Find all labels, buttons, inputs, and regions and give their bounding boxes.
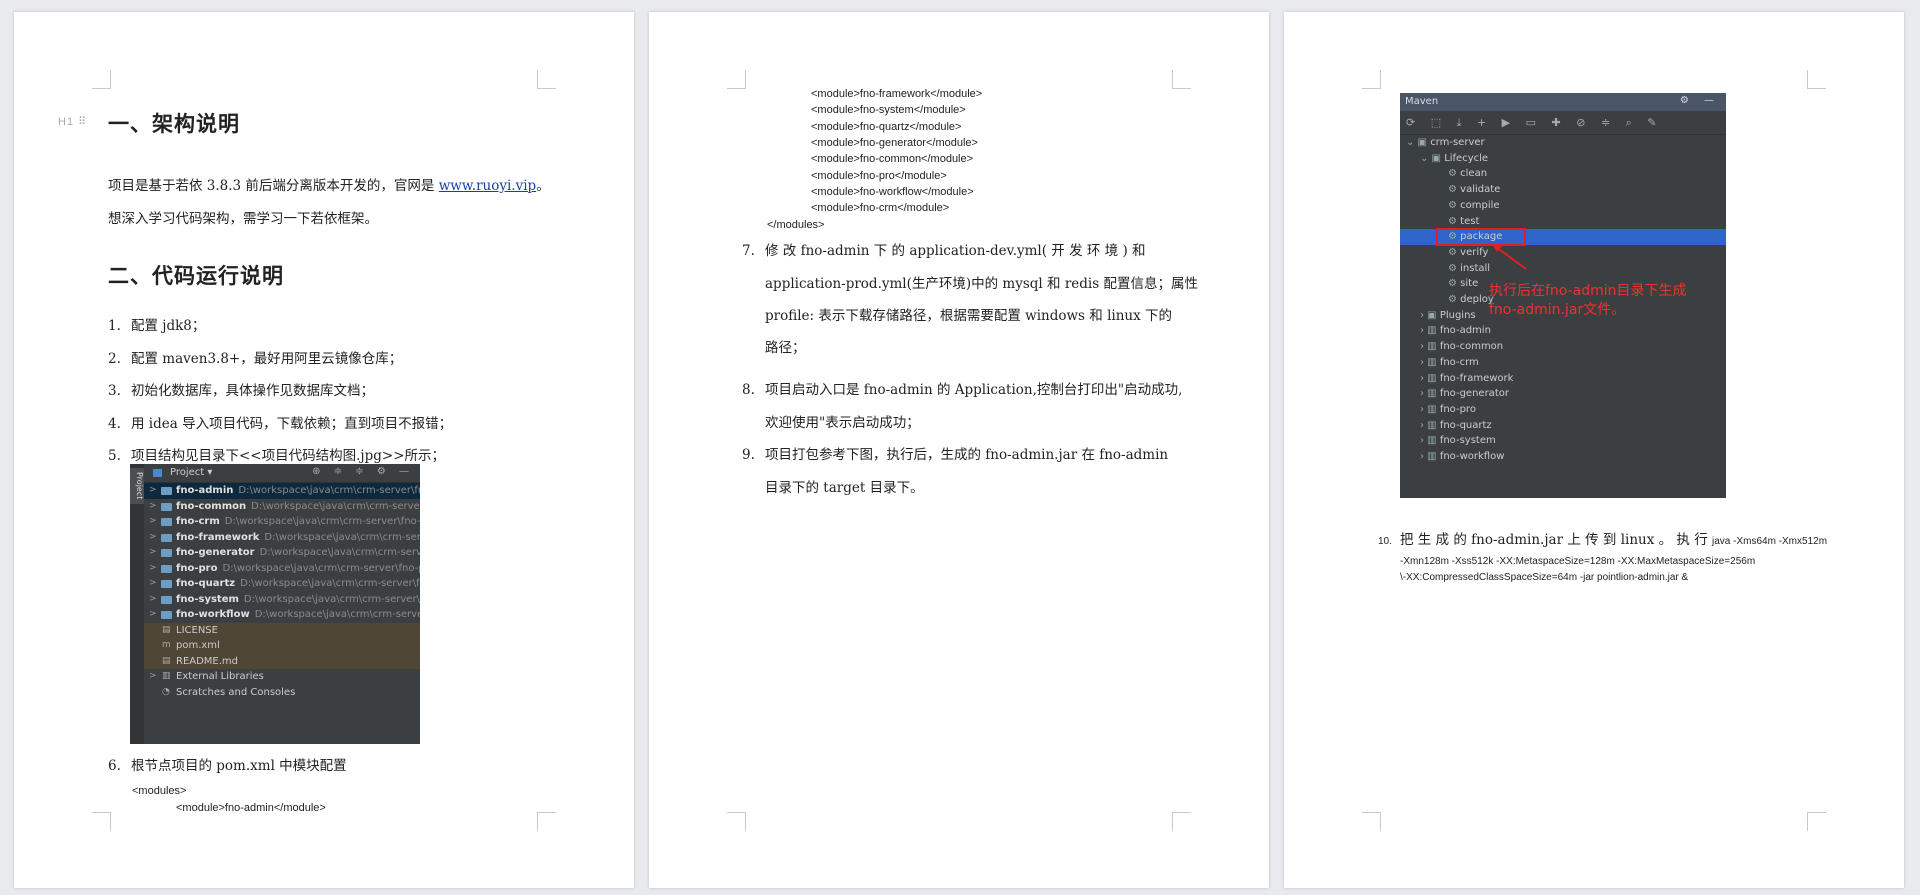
project-icon <box>153 469 162 477</box>
code-line: <module>fno-admin</module> <box>176 802 326 814</box>
margin-corner <box>727 812 746 831</box>
markdown-file-icon: ▤ <box>162 655 171 666</box>
heading-run-instructions: 二、代码运行说明 <box>108 263 284 288</box>
margin-corner <box>1807 70 1826 89</box>
margin-corner <box>92 812 111 831</box>
list-item-continuation: \-XX:CompressedClassSpaceSize=64m -jar p… <box>1400 572 1689 583</box>
heading-drag-handle-icon[interactable]: H1 ⠿ <box>58 115 87 128</box>
tree-row: > ▥ External Libraries <box>144 669 420 685</box>
list-item-continuation: 欢迎使用"表示启动成功； <box>765 415 920 431</box>
ide-side-strip: Project <box>130 464 144 744</box>
tree-row: > fno-admin D:\workspace\java\crm\crm-serv… <box>144 483 420 499</box>
project-side-tab: Project <box>130 468 144 504</box>
folder-icon <box>161 502 172 511</box>
tree-file-row: ▤ LICENSE <box>144 622 420 638</box>
file-icon: ▤ <box>162 624 171 635</box>
folder-icon <box>161 487 172 495</box>
intro-line-2: 想深入学习代码架构，需学习一下若依框架。 <box>108 211 378 227</box>
tree-row: > fno-pro D:\workspace\java\crm\crm-server… <box>149 562 420 574</box>
code-line: <module>fno-system</module> <box>811 104 966 117</box>
folder-icon <box>161 564 172 573</box>
code-line: <module>fno-framework</module> <box>811 88 983 100</box>
folder-icon <box>161 518 172 526</box>
list-item: 8. 项目启动入口是 fno-admin 的 Application,控制台打印出… <box>742 382 1183 398</box>
margin-corner <box>537 70 556 89</box>
margin-corner <box>92 70 111 89</box>
tree-row: > fno-quartz D:\workspace\java\crm\crm-ser… <box>149 578 420 589</box>
heading-architecture: 一、架构说明 <box>108 111 240 136</box>
scratches-icon: ◔ <box>162 686 170 697</box>
folder-icon <box>161 580 172 588</box>
intro-paragraph: 项目是基于若依 3.8.3 前后端分离版本开发的，官网是 www.ruoyi.v… <box>108 176 550 196</box>
list-item-continuation: application-prod.yml(生产环境)中的 mysql 和 red… <box>765 276 1198 292</box>
tree-row: > fno-generator D:\workspace\java\crm\crm-… <box>149 547 420 558</box>
code-line: <module>fno-crm</module> <box>811 202 950 215</box>
code-line: <module>fno-generator</module> <box>811 136 978 149</box>
intro-text: 项目是基于若依 3.8.3 前后端分离版本开发的，官网是 <box>108 178 439 194</box>
code-line: </modules> <box>767 219 825 231</box>
list-item: 5. 项目结构见目录下<<项目代码结构图.jpg>>所示； <box>108 448 446 464</box>
margin-corner <box>1362 70 1381 89</box>
margin-corner <box>537 812 556 831</box>
list-item: 9. 项目打包参考下图，执行后，生成的 fno-admin.jar 在 fno-a… <box>742 447 1169 463</box>
code-line: <module>fno-quartz</module> <box>811 120 962 133</box>
list-item: 10. 把 生 成 的 fno-admin.jar 上 传 到 linux 。 执… <box>1378 532 1828 548</box>
code-line: <module>fno-pro</module> <box>811 169 947 182</box>
list-item-continuation: 目录下的 target 目录下。 <box>765 480 924 496</box>
margin-corner <box>1172 812 1191 831</box>
margin-corner <box>727 70 746 89</box>
margin-corner <box>1362 812 1381 831</box>
ruoyi-link[interactable]: www.ruoyi.vip <box>439 178 536 194</box>
code-line: <module>fno-common</module> <box>811 153 974 166</box>
document-page-2: <module>fno-framework</module> <module>f… <box>649 12 1269 888</box>
tree-row: > fno-system D:\workspace\java\crm\crm-ser… <box>149 593 420 605</box>
folder-icon <box>161 611 172 619</box>
tree-row: > fno-common D:\workspace\java\crm\crm-ser… <box>149 500 420 512</box>
ide-panel-header: Project ▾ ⊕ ≑ ≑ ⚙ — <box>144 464 420 483</box>
code-line: <module>fno-workflow</module> <box>811 185 974 198</box>
ide-toolbar-icons: ⊕ ≑ ≑ ⚙ — <box>312 466 414 477</box>
tree-file-row: ▤ README.md <box>144 653 420 669</box>
annotation-text: fno-admin.jar文件。 <box>1489 302 1626 318</box>
annotation-text: 执行后在fno-admin目录下生成 <box>1489 283 1687 299</box>
folder-icon <box>161 595 172 604</box>
list-item: 3. 初始化数据库，具体操作见数据库文档； <box>108 383 374 399</box>
list-item: 7. 修 改 fno-admin 下 的 application-dev.yml(… <box>742 243 1146 259</box>
margin-corner <box>1807 812 1826 831</box>
document-page-1: H1 ⠿ 一、架构说明 项目是基于若依 3.8.3 前后端分离版本开发的，官网是… <box>14 12 634 888</box>
tree-row: ◔ Scratches and Consoles <box>144 685 420 701</box>
list-item-continuation: -Xmn128m -Xss512k -XX:MetaspaceSize=128m… <box>1400 556 1756 567</box>
code-line: <modules> <box>132 785 187 797</box>
list-item: 1. 配置 jdk8； <box>108 318 206 334</box>
list-item: 2. 配置 maven3.8+，最好用阿里云镜像仓库； <box>108 351 403 367</box>
maven-file-icon: m <box>162 640 171 650</box>
intro-period: 。 <box>536 178 550 194</box>
ide-panel-title: Project ▾ <box>170 467 213 478</box>
library-icon: ▥ <box>162 671 171 681</box>
tree-file-row: m pom.xml <box>144 638 420 654</box>
list-item: 6. 根节点项目的 pom.xml 中模块配置 <box>108 758 347 774</box>
document-page-3: Maven ⚙ — ⟳ ⬚ ⤓ + ▶ ▭ ✚ ⊘ ≑ ⌕ ✎ ⌄ ▣ crm-… <box>1284 12 1904 888</box>
tree-row: > fno-workflow D:\workspace\java\crm\crm-s… <box>149 609 420 620</box>
list-item-continuation: profile: 表示下载存储路径，根据需要配置 windows 和 linux… <box>765 308 1172 324</box>
list-item-continuation: 路径； <box>765 340 806 356</box>
margin-corner <box>1172 70 1191 89</box>
tree-row: > fno-crm D:\workspace\java\crm\crm-server… <box>149 516 420 527</box>
folder-icon <box>161 533 172 542</box>
ide-project-screenshot: Project Project ▾ ⊕ ≑ ≑ ⚙ — > fno-admin D:… <box>130 464 420 744</box>
list-item: 4. 用 idea 导入项目代码，下载依赖；直到项目不报错； <box>108 416 453 432</box>
maven-panel-screenshot: Maven ⚙ — ⟳ ⬚ ⤓ + ▶ ▭ ✚ ⊘ ≑ ⌕ ✎ ⌄ ▣ crm-… <box>1400 93 1726 498</box>
tree-row: > fno-framework D:\workspace\java\crm\crm-… <box>149 531 420 543</box>
folder-icon <box>161 549 172 557</box>
